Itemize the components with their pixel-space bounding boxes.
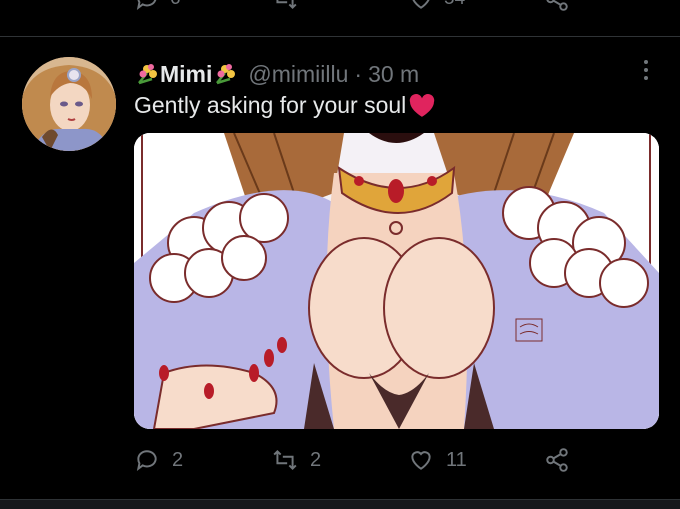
heart-emoji [410,93,435,117]
share-icon [546,448,568,472]
more-icon[interactable] [636,57,656,85]
reply-count: 2 [172,448,184,471]
tweet-text-content: Gently asking for your soul [134,92,407,118]
share-icon [546,0,568,11]
reply-icon [136,450,157,471]
illustration-image [134,133,659,429]
tweet-image[interactable] [134,133,659,429]
prev-like-button[interactable]: 54 [408,0,465,12]
prev-reply-button[interactable]: 6 [134,0,181,12]
separator-dot: · [354,60,363,87]
user-handle[interactable]: @mimiillu [248,61,348,88]
reply-icon [136,0,157,10]
reply-button[interactable]: 2 [134,447,183,473]
retweet-button[interactable]: 2 [272,447,321,473]
retweet-icon [273,449,297,471]
share-button[interactable] [544,447,570,473]
retweet-icon [276,0,297,10]
like-button[interactable]: 11 [408,447,467,473]
flower-emoji-icon [216,64,236,85]
prev-share-button[interactable] [544,0,570,12]
tweet-text: Gently asking for your soul [134,92,435,119]
prev-like-count: 54 [444,0,465,10]
display-name-text: Mimi [160,60,213,87]
tweet-header: Mimi @mimiillu · 30 m [134,57,419,91]
like-icon [412,0,430,9]
prev-reply-count: 6 [170,0,181,10]
timeline: 6 54 [0,0,680,509]
tweet[interactable]: Mimi @mimiillu · 30 m Gently asking for … [0,37,680,499]
like-count: 11 [446,448,467,471]
timestamp[interactable]: 30 m [368,61,419,88]
previous-tweet-actions: 6 54 [0,0,680,36]
retweet-count: 2 [310,448,322,471]
avatar[interactable] [22,57,116,151]
flower-emoji-icon [138,64,157,85]
prev-retweet-button[interactable] [272,0,298,12]
tweet-actions: 2 2 11 [134,447,659,481]
next-tweet-edge [0,499,680,509]
display-name[interactable]: Mimi [134,61,238,88]
avatar-illustration [22,57,116,151]
like-icon [411,451,431,470]
